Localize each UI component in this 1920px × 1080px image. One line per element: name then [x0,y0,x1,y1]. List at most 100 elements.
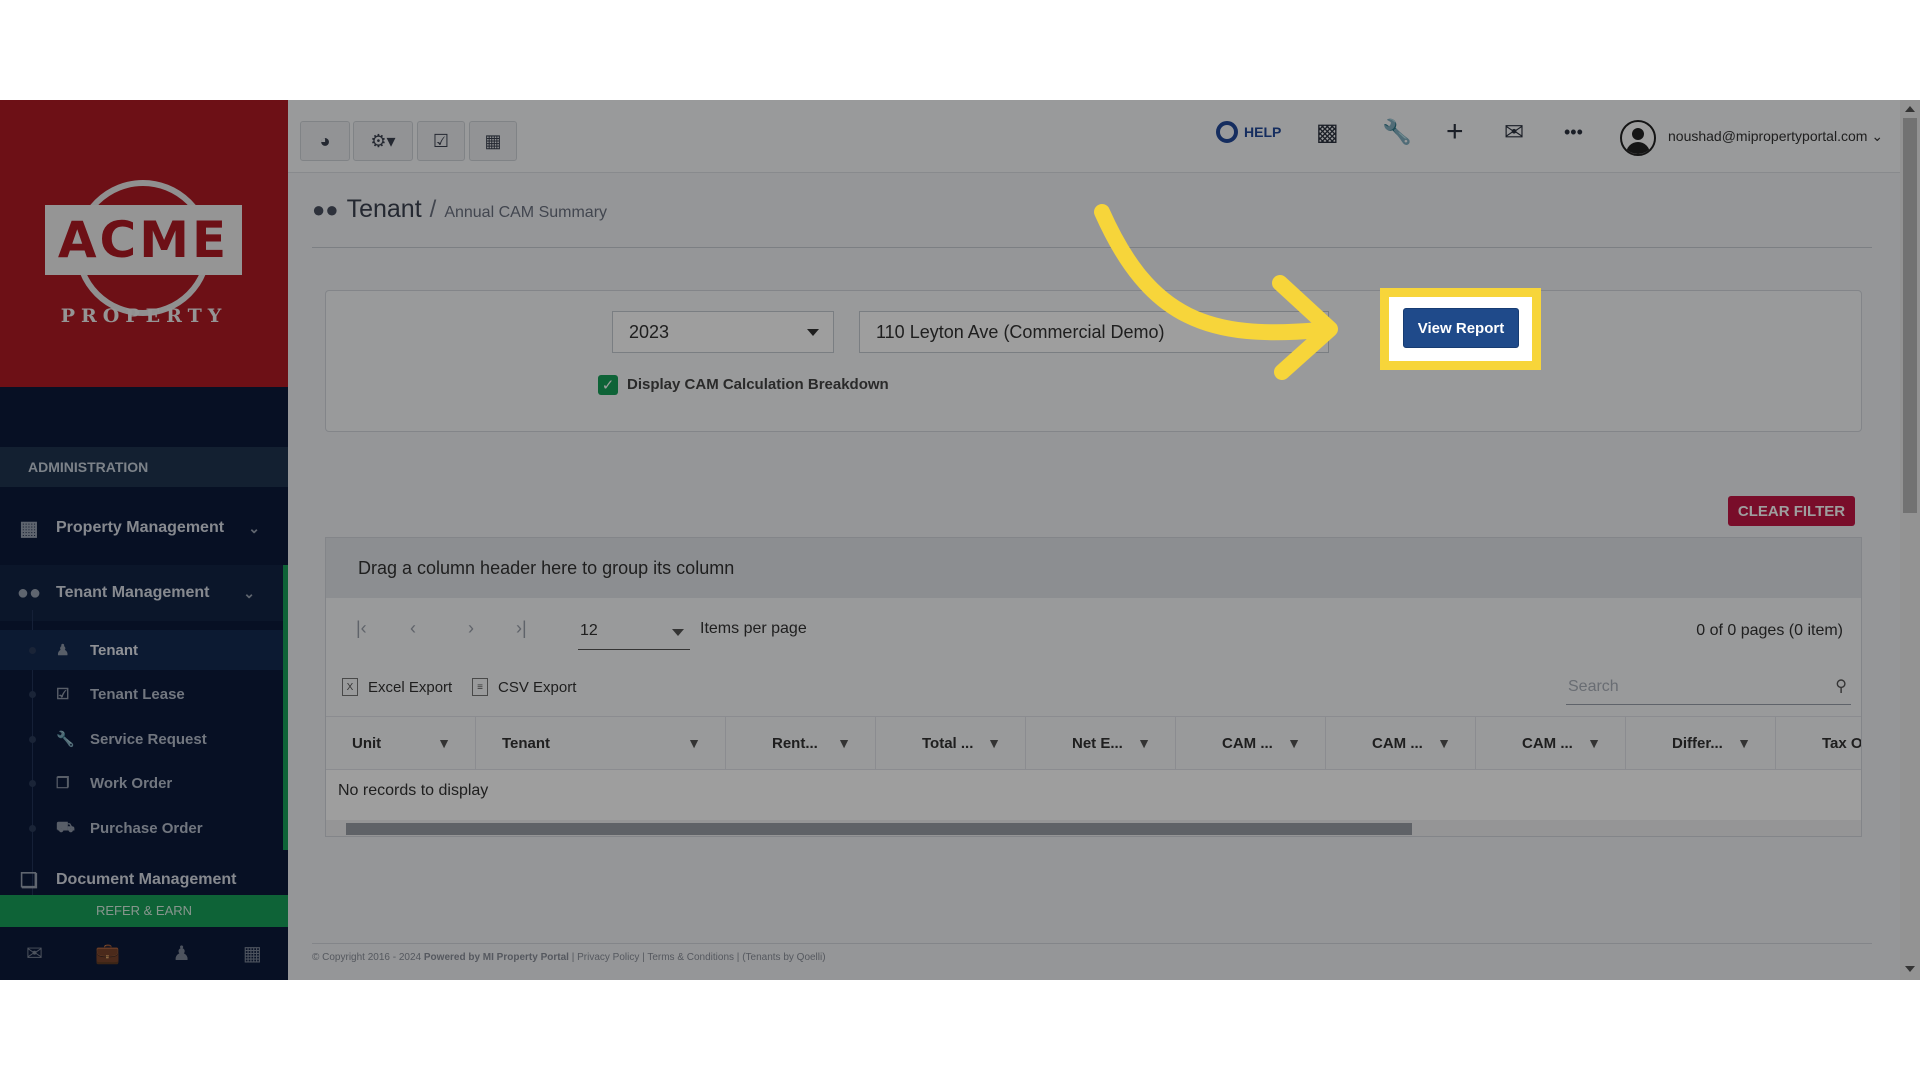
column-label: Net E... [1072,734,1123,752]
column-header[interactable]: Unit ▼ [326,717,476,769]
clear-filter-button[interactable]: CLEAR FILTER [1728,496,1855,526]
page-size-select[interactable]: 12 [578,610,690,650]
filter-icon[interactable]: ▼ [1437,735,1451,751]
calculator-button[interactable]: ▦ [469,121,517,161]
filter-icon[interactable]: ▼ [837,735,851,751]
user-menu[interactable]: noushad@mipropertyportal.com ⌄ [1668,128,1883,145]
filter-icon[interactable]: ▼ [437,735,451,751]
terms-link[interactable]: Terms & Conditions [647,952,734,963]
column-header[interactable]: Differ... ▼ [1626,717,1776,769]
powered-by[interactable]: Powered by MI Property Portal [424,952,569,963]
column-header[interactable]: Rent... ▼ [726,717,876,769]
submenu-item-service-request[interactable]: 🔧 Service Request [0,719,283,759]
bar-chart-icon[interactable]: ▩ [1316,114,1339,150]
column-label: Total ... [922,734,974,752]
help-button[interactable]: HELP [1216,114,1281,150]
wrench-icon: 🔧 [56,731,75,748]
excel-export-button[interactable]: X Excel Export [342,678,452,696]
column-header[interactable]: CAM ... ▼ [1326,717,1476,769]
first-page-icon[interactable]: |‹ [356,618,367,639]
prev-page-icon[interactable]: ‹ [410,618,416,639]
scroll-up-icon[interactable] [1905,106,1915,112]
grid-toolbar: X Excel Export ≡ CSV Export Search ⚲ [326,660,1861,716]
group-panel[interactable]: Drag a column header here to group its c… [326,538,1861,598]
avatar-body [1626,142,1650,154]
more-icon[interactable]: ••• [1564,114,1583,150]
column-label: Tax O [1822,734,1862,752]
logo[interactable]: ACME PROPERTY [0,100,288,387]
settings-button[interactable]: ⚙▾ [353,121,413,161]
calculator-icon[interactable]: ▦ [243,941,262,966]
wrench-icon[interactable]: 🔧 [1382,114,1412,150]
view-report-button[interactable]: View Report [1403,308,1519,348]
sidebar-item-property-management[interactable]: ▦ Property Management ⌄ [0,500,288,556]
column-label: CAM ... [1522,734,1573,752]
submenu-item-label: Service Request [90,730,207,748]
submenu-item-label: Tenant [90,641,139,659]
privacy-link[interactable]: Privacy Policy [577,952,639,963]
column-header[interactable]: Total ... ▼ [876,717,1026,769]
sidebar-item-label: Property Management [56,519,225,536]
scrollbar-thumb[interactable] [1903,118,1917,513]
page-title[interactable]: Tenant [347,195,422,224]
divider [312,247,1872,248]
column-header[interactable]: CAM ... ▼ [1176,717,1326,769]
search-placeholder: Search [1568,678,1619,695]
filter-icon[interactable]: ▼ [987,735,1001,751]
submenu-item-purchase-order[interactable]: ⛟ Purchase Order [0,808,283,848]
dashboard-button[interactable]: ◕ [300,121,350,161]
filter-icon[interactable]: ▼ [1137,735,1151,751]
horizontal-scrollbar[interactable] [326,820,1861,836]
column-header[interactable]: Tenant ▼ [476,717,726,769]
mail-icon[interactable]: ✉ [1504,114,1524,150]
filter-icon[interactable]: ▼ [1587,735,1601,751]
mail-icon[interactable]: ✉ [26,941,43,966]
filter-icon[interactable]: ▼ [1287,735,1301,751]
last-page-icon[interactable]: ›| [516,618,527,639]
gear-icon: ⚙▾ [370,130,396,151]
items-per-page-label: Items per page [700,620,807,637]
property-select[interactable]: 110 Leyton Ave (Commercial Demo) [859,311,1329,353]
submenu-dot [29,646,36,654]
column-label: Unit [352,734,382,752]
column-header[interactable]: Tax O [1776,717,1862,769]
building-icon: ▦ [19,517,39,540]
scroll-down-icon[interactable] [1905,966,1915,972]
column-header[interactable]: Net E... ▼ [1026,717,1176,769]
avatar[interactable] [1620,120,1656,156]
csv-export-button[interactable]: ≡ CSV Export [472,678,576,696]
column-label: CAM ... [1372,734,1423,752]
briefcase-icon[interactable]: 💼 [95,941,120,966]
search-input[interactable]: Search ⚲ [1566,672,1851,705]
filter-icon[interactable]: ▼ [1737,735,1751,751]
scrollbar-thumb[interactable] [346,823,1412,835]
submenu-dot [29,690,36,698]
plus-icon[interactable]: + [1446,114,1464,150]
logo-subtitle: PROPERTY [60,305,228,327]
sidebar-item-tenant-management[interactable]: ●● Tenant Management ⌄ [0,565,288,621]
pager: |‹ ‹ › ›| 12 Items per page 0 of 0 pages… [326,598,1861,661]
table-header: Unit ▼ Tenant ▼ Rent... ▼ Total ... ▼ Net E.… [326,716,1862,770]
user-email: noushad@mipropertyportal.com [1668,128,1868,144]
cam-breakdown-checkbox[interactable]: ✓ [598,375,618,395]
column-header[interactable]: CAM ... ▼ [1476,717,1626,769]
user-icon[interactable]: ♟ [173,941,191,966]
vertical-scrollbar[interactable] [1900,100,1920,980]
submenu-item-work-order[interactable]: ❐ Work Order [0,763,283,803]
footer-divider [312,943,1872,944]
csv-icon: ≡ [472,678,488,696]
breadcrumb: ●● Tenant / Annual CAM Summary [312,195,607,224]
submenu-item-tenant[interactable]: ♟ Tenant [0,630,283,670]
calendar-button[interactable]: ☑ [417,121,465,161]
dashboard-icon: ◕ [319,130,331,151]
avatar-head [1632,128,1644,140]
next-page-icon[interactable]: › [468,618,474,639]
chevron-down-icon: ⌄ [248,519,260,536]
logo-box: ACME [45,205,242,275]
submenu-item-tenant-lease[interactable]: ☑ Tenant Lease [0,674,283,714]
calendar-check-icon: ☑ [432,130,450,151]
sidebar: ACME PROPERTY ADMINISTRATION ▦ Property … [0,100,288,980]
filter-icon[interactable]: ▼ [687,735,701,751]
refer-earn-button[interactable]: REFER & EARN [0,895,288,927]
year-select[interactable]: 2023 [612,311,834,353]
